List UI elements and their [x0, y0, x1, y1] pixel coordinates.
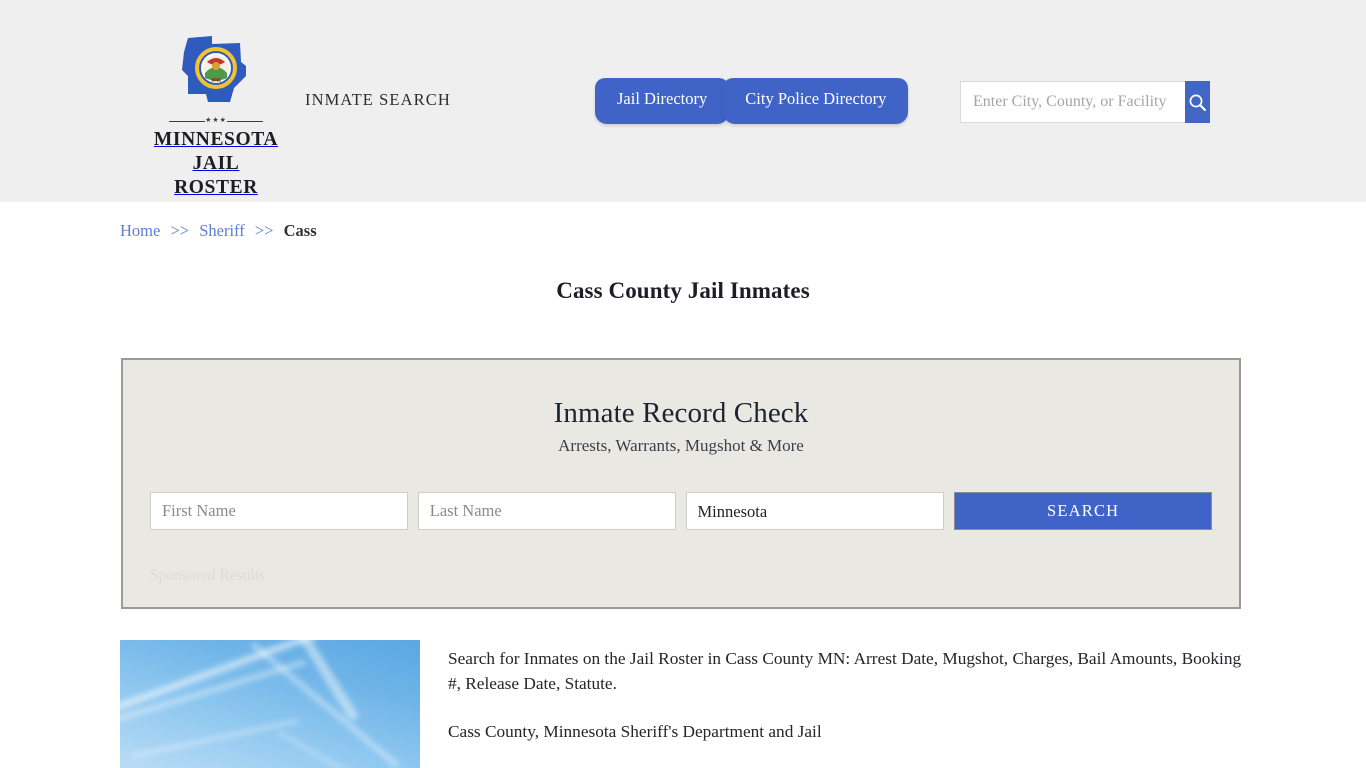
breadcrumb: Home >> Sheriff >> Cass [120, 202, 1246, 241]
body-paragraph-2: Cass County, Minnesota Sheriff's Departm… [448, 722, 822, 742]
logo-text-line2: JAIL ROSTER [174, 152, 258, 198]
page-title: Cass County Jail Inmates [556, 278, 810, 303]
logo-text-line1: MINNESOTA [153, 129, 279, 150]
logo-divider: ★★★ [169, 116, 263, 124]
blue-sky-photo [120, 640, 420, 768]
breadcrumb-separator: >> [170, 221, 190, 240]
panel-title: Inmate Record Check [553, 397, 809, 429]
body-section: Search for Inmates on the Jail Roster in… [120, 640, 1246, 768]
header-search-input[interactable] [960, 81, 1185, 123]
body-paragraph-1: Search for Inmates on the Jail Roster in… [448, 649, 1242, 693]
header-search-button[interactable] [1185, 81, 1210, 123]
breadcrumb-item-current: Cass [283, 221, 317, 240]
inmate-search-submit-button[interactable]: SEARCH [954, 492, 1212, 530]
inmate-search-form: Minnesota SEARCH [150, 492, 1212, 530]
inmate-record-check-panel: Inmate Record Check Arrests, Warrants, M… [121, 358, 1241, 609]
logo-text: MINNESOTA JAIL ROSTER [150, 128, 282, 199]
breadcrumb-separator: >> [254, 221, 274, 240]
svg-text:MINN: MINN [211, 78, 222, 83]
header-nav: Jail Directory City Police Directory [595, 78, 909, 124]
header-tagline: INMATE SEARCH [305, 90, 451, 109]
search-icon [1189, 94, 1207, 111]
main-content: Home >> Sheriff >> Cass Cass County Jail… [120, 202, 1246, 768]
minnesota-state-seal-icon: MINN [168, 32, 264, 116]
last-name-input[interactable] [417, 492, 676, 530]
site-header: MINN ★★★ MINNESOTA JAIL ROSTER INMATE SE… [0, 0, 1366, 202]
state-select[interactable]: Minnesota [685, 492, 945, 530]
header-search [960, 81, 1210, 123]
sponsored-results-label: Sponsored Results [150, 567, 265, 584]
breadcrumb-item-home[interactable]: Home [120, 221, 160, 240]
body-copy: Search for Inmates on the Jail Roster in… [448, 640, 1246, 768]
panel-subtitle: Arrests, Warrants, Mugshot & More [558, 436, 804, 455]
nav-city-police-directory[interactable]: City Police Directory [723, 78, 909, 124]
breadcrumb-item-sheriff[interactable]: Sheriff [199, 221, 245, 240]
first-name-input[interactable] [150, 492, 408, 530]
nav-jail-directory[interactable]: Jail Directory [595, 78, 730, 124]
site-logo[interactable]: MINN ★★★ MINNESOTA JAIL ROSTER [150, 32, 282, 199]
header-inner: MINN ★★★ MINNESOTA JAIL ROSTER INMATE SE… [120, 0, 1246, 202]
logo-divider-mark: ★★★ [205, 116, 227, 124]
